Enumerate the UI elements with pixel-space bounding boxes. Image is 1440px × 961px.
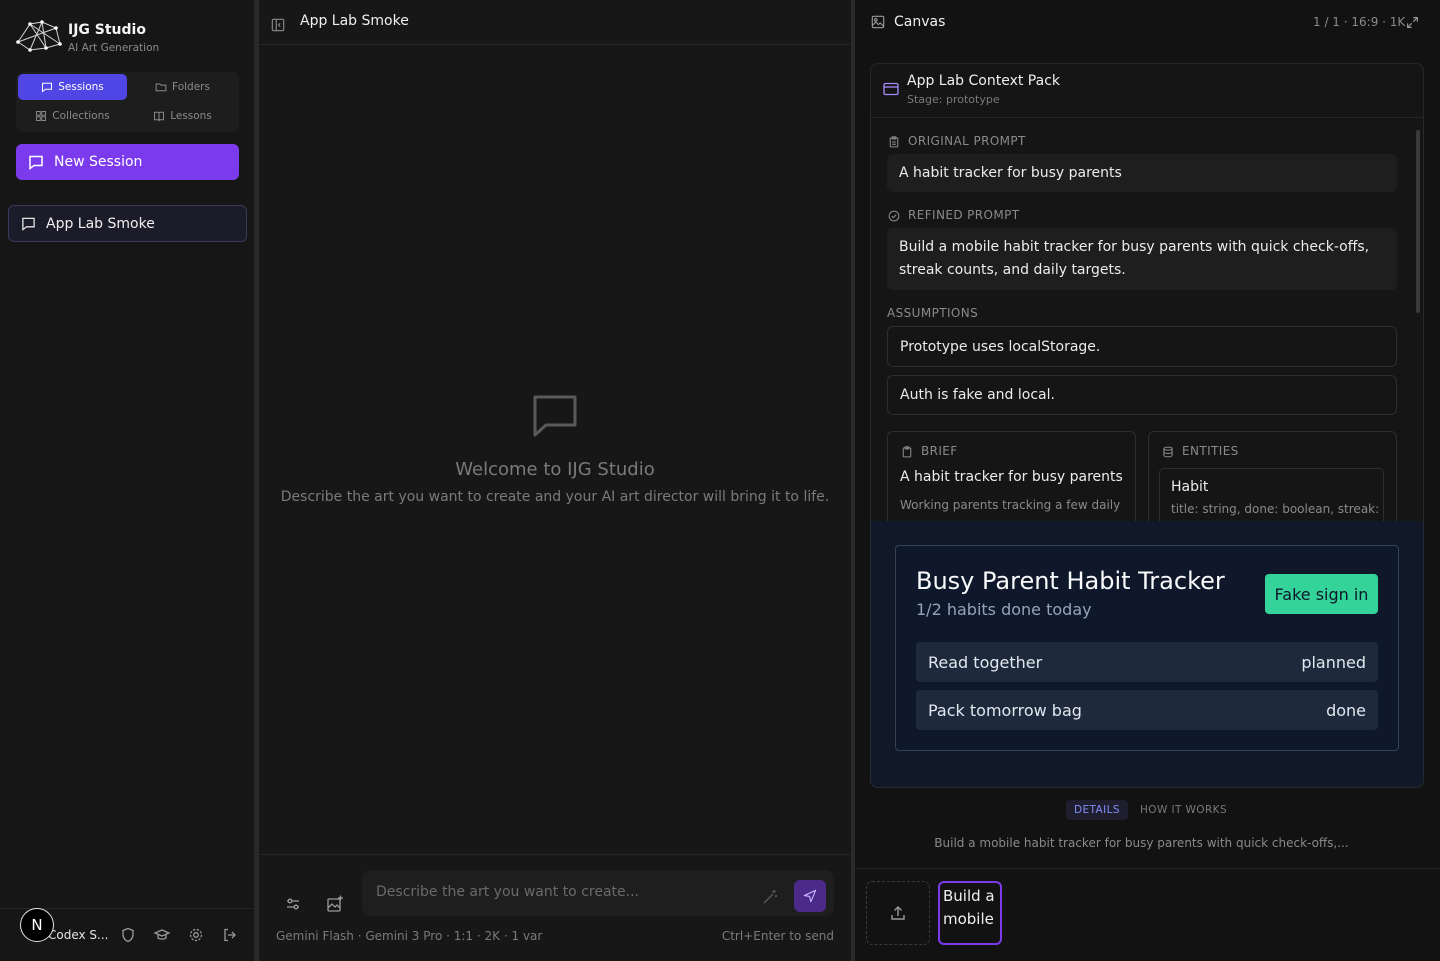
entities-card: ENTITIES Habit title: string, done: bool…	[1148, 431, 1397, 521]
avatar-letter: N	[31, 916, 43, 934]
send-button[interactable]	[794, 880, 826, 912]
tab-sessions[interactable]: Sessions	[18, 74, 127, 100]
send-shortcut-hint: Ctrl+Enter to send	[721, 929, 834, 943]
tab-folders[interactable]: Folders	[128, 74, 237, 100]
graduation-cap-icon[interactable]	[154, 927, 170, 943]
brand-logo-icon	[16, 20, 62, 54]
thumbnail-strip-divider	[855, 868, 1440, 869]
context-pack-title: App Lab Context Pack	[907, 73, 1061, 89]
app-preview-title: Busy Parent Habit Tracker	[916, 567, 1225, 595]
tab-collections[interactable]: Collections	[18, 103, 127, 129]
brand-title: IJG Studio	[68, 22, 146, 38]
context-scrollbar[interactable]	[1416, 130, 1420, 313]
image-icon	[871, 15, 885, 29]
original-prompt-label: ORIGINAL PROMPT	[908, 134, 1026, 148]
entities-label: ENTITIES	[1182, 444, 1239, 458]
model-settings-summary[interactable]: Gemini Flash · Gemini 3 Pro · 1:1 · 2K ·…	[276, 929, 542, 943]
chat-panel	[259, 0, 851, 961]
new-chat-icon	[29, 155, 43, 170]
assumption-item: Prototype uses localStorage.	[887, 326, 1397, 367]
tab-lessons[interactable]: Lessons	[128, 103, 237, 129]
magic-wand-icon[interactable]	[762, 889, 778, 905]
entity-fields: title: string, done: boolean, streak:	[1171, 502, 1380, 516]
prompt-placeholder: Describe the art you want to create...	[376, 884, 639, 900]
entity-name: Habit	[1171, 479, 1209, 495]
welcome-title: Welcome to IJG Studio	[455, 459, 655, 480]
context-pack-header	[870, 63, 1424, 118]
refined-prompt-label: REFINED PROMPT	[908, 208, 1020, 222]
habit-name: Read together	[928, 652, 1043, 672]
canvas-title: Canvas	[894, 14, 946, 30]
upload-button[interactable]	[866, 881, 930, 945]
habit-row[interactable]: Read together planned	[916, 642, 1378, 682]
shield-icon[interactable]	[120, 927, 136, 943]
settings-sliders-icon[interactable]	[285, 896, 301, 912]
new-session-label: New Session	[54, 154, 143, 170]
sidebar-toggle-icon[interactable]	[271, 18, 285, 32]
upload-icon	[891, 906, 905, 920]
habit-name: Pack tomorrow bag	[928, 700, 1082, 720]
chat-title: App Lab Smoke	[300, 13, 409, 29]
empty-chat-icon	[533, 395, 577, 437]
check-circle-icon	[888, 210, 900, 222]
brand-subtitle: AI Art Generation	[68, 42, 160, 54]
gear-icon[interactable]	[188, 927, 204, 943]
habit-row[interactable]: Pack tomorrow bag done	[916, 690, 1378, 730]
fake-sign-in-button[interactable]: Fake sign in	[1265, 574, 1378, 614]
sidebar-tab-group: Sessions Folders Collections Lessons	[16, 72, 239, 132]
context-pack-stage: Stage: prototype	[907, 93, 1000, 106]
assumptions-label: ASSUMPTIONS	[887, 306, 979, 320]
image-thumbnail[interactable]: Build a mobile	[938, 881, 1002, 945]
assumption-item: Auth is fake and local.	[887, 375, 1397, 415]
canvas-caption: Build a mobile habit tracker for busy pa…	[934, 836, 1349, 850]
clipboard-icon	[889, 136, 899, 148]
habit-status: done	[1326, 700, 1366, 720]
folder-icon	[155, 83, 167, 92]
original-prompt-text: A habit tracker for busy parents	[887, 154, 1397, 192]
brief-label: BRIEF	[921, 444, 958, 458]
expand-icon[interactable]	[1406, 16, 1419, 29]
tab-sessions-label: Sessions	[58, 81, 104, 93]
habit-status: planned	[1301, 652, 1366, 672]
chat-icon	[42, 82, 53, 93]
browser-window-icon	[883, 82, 899, 96]
grid-icon	[36, 111, 47, 121]
session-item-label: App Lab Smoke	[46, 215, 155, 232]
tab-details[interactable]: DETAILS	[1066, 800, 1128, 820]
database-icon	[1163, 446, 1173, 458]
canvas-meta: 1 / 1 · 16:9 · 1K	[1313, 15, 1406, 29]
brief-text: Working parents tracking a few daily	[900, 498, 1121, 512]
user-avatar[interactable]: N	[20, 908, 54, 942]
chat-icon	[22, 217, 35, 231]
session-item[interactable]: App Lab Smoke	[8, 205, 247, 242]
composer-divider	[259, 854, 851, 855]
clipboard-icon	[902, 446, 912, 458]
context-details-scroll[interactable]: ORIGINAL PROMPT A habit tracker for busy…	[871, 118, 1423, 521]
book-icon	[154, 111, 165, 122]
welcome-subtitle: Describe the art you want to create and …	[280, 489, 830, 505]
tab-how-it-works[interactable]: HOW IT WORKS	[1132, 800, 1235, 820]
brief-title: A habit tracker for busy parents	[900, 469, 1123, 485]
logout-icon[interactable]	[222, 927, 238, 943]
new-session-button[interactable]: New Session	[16, 144, 239, 180]
thumbnail-alt-text: Build a mobile	[943, 887, 995, 928]
tab-collections-label: Collections	[52, 110, 110, 122]
brief-card: BRIEF A habit tracker for busy parents W…	[887, 431, 1136, 521]
app-preview-subtitle: 1/2 habits done today	[916, 600, 1092, 619]
tab-folders-label: Folders	[172, 81, 210, 93]
entity-card: Habit title: string, done: boolean, stre…	[1159, 468, 1384, 521]
send-icon	[803, 889, 817, 903]
add-image-icon[interactable]	[326, 895, 344, 913]
refined-prompt-text: Build a mobile habit tracker for busy pa…	[887, 228, 1397, 290]
tab-lessons-label: Lessons	[170, 110, 212, 122]
user-name[interactable]: Codex S...	[48, 928, 109, 942]
